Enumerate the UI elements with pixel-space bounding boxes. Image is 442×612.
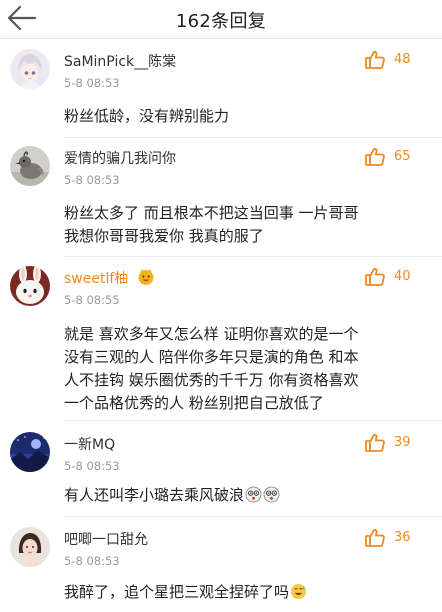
username[interactable]: 吧唧一口甜允 [64,529,148,549]
comment-item: 一新MQ 5-8 08:53 39 有人还叫李小璐去乘风破浪 [0,432,442,516]
anime-girl-avatar[interactable] [10,49,50,89]
thumbs-up-icon [365,147,385,166]
like-count: 48 [394,52,411,67]
bunny-avatar[interactable] [10,266,50,306]
member-badge-icon [138,269,154,285]
comment-divider [64,137,442,138]
comment-text-content: 我醉了，追个星把三观全捏碎了吗 [64,583,290,601]
header-divider [0,38,442,39]
like-count: 40 [394,269,411,284]
sweat-smile-icon [290,583,307,600]
comment-item: SaMinPick__陈棠 5-8 08:53 48 粉丝低龄，没有辨别能力 [0,49,442,139]
thumbs-up-icon [365,433,385,452]
comment-text-line: 有人还叫李小璐去乘风破浪 [64,484,404,507]
comment-text: 粉丝低龄，没有辨别能力 [64,105,404,128]
username[interactable]: sweetlf柚 [64,268,155,288]
comment-item: 吧唧一口甜允 5-8 08:53 36 我醉了，追个星把三观全捏碎了吗 [0,527,442,612]
comment-text-line: 我想你哥哥我爱你 我真的服了 [64,227,264,245]
like-count: 36 [394,530,411,545]
comment-text-line: 粉丝低龄，没有辨别能力 [64,107,230,125]
comment-item: 爱情的骗几我问你 5-8 08:53 65 粉丝太多了 而且根本不把这当回事 一… [0,146,442,256]
thumbs-up-icon [365,50,385,69]
comment-text: 粉丝太多了 而且根本不把这当回事 一片哥哥 我想你哥哥我爱你 我真的服了 [64,202,404,248]
night-scene-avatar[interactable] [10,432,50,472]
timestamp: 5-8 08:53 [64,76,120,90]
username[interactable]: SaMinPick__陈棠 [64,51,176,71]
dizzy-face-icon [263,486,280,503]
username[interactable]: 一新MQ [64,434,115,454]
thumbs-up-icon [365,267,385,286]
top-bar: 162条回复 [0,0,442,38]
comment-text-line: 没有三观的人 陪伴你多年只是演的角色 和本 [64,348,359,366]
girl-photo-avatar[interactable] [10,527,50,567]
comment-text: 我醉了，追个星把三观全捏碎了吗 [64,581,404,604]
thumbs-up-icon [365,528,385,547]
comment-text-line: 粉丝太多了 而且根本不把这当回事 一片哥哥 [64,204,359,222]
comment-text-line: 一个品格优秀的人 粉丝别把自己放低了 [64,394,324,412]
comment-text: 就是 喜欢多年又怎么样 证明你喜欢的是一个 没有三观的人 陪伴你多年只是演的角色… [64,323,404,415]
page-title: 162条回复 [175,11,267,32]
username[interactable]: 爱情的骗几我问你 [64,148,176,168]
comment-divider [64,516,442,517]
comment-divider [64,256,442,257]
comment-text-content: 有人还叫李小璐去乘风破浪 [64,486,245,504]
bird-avatar[interactable] [10,146,50,186]
username-text: sweetlf柚 [64,271,129,287]
timestamp: 5-8 08:53 [64,173,120,187]
comment-item: sweetlf柚 5-8 08:55 40 就是 喜欢多年又怎么样 证明你喜欢的… [0,266,442,420]
like-count: 65 [394,149,411,164]
comment-text-line: 我醉了，追个星把三观全捏碎了吗 [64,581,404,604]
comment-text-line: 就是 喜欢多年又怎么样 证明你喜欢的是一个 [64,325,359,343]
timestamp: 5-8 08:55 [64,293,120,307]
comment-text: 有人还叫李小璐去乘风破浪 [64,484,404,507]
comment-divider [64,420,442,421]
like-count: 39 [394,435,411,450]
dizzy-face-icon [245,486,262,503]
timestamp: 5-8 08:53 [64,459,120,473]
comment-text-line: 人不挂钩 娱乐圈优秀的千千万 你有资格喜欢 [64,371,359,389]
timestamp: 5-8 08:53 [64,554,120,568]
